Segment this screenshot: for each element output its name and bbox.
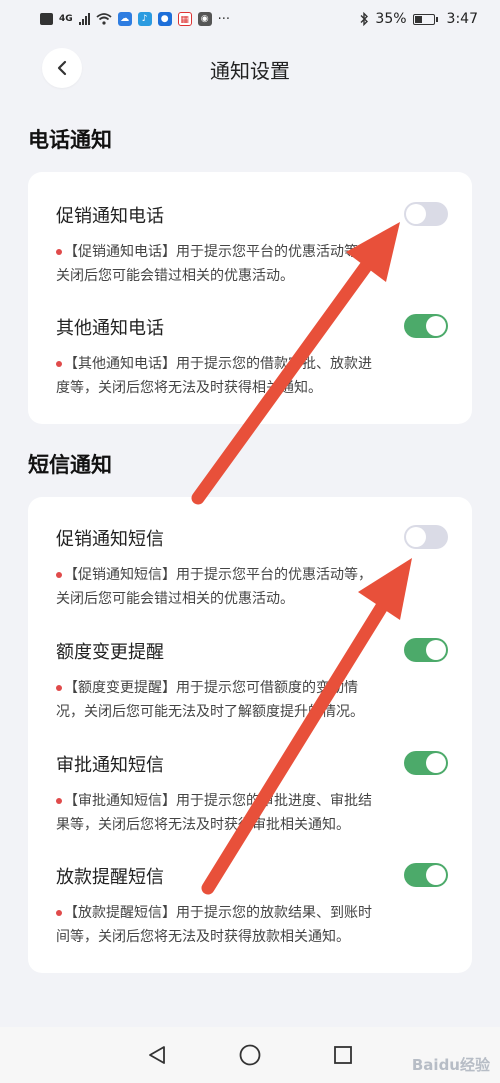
network-type: 4G xyxy=(59,14,73,24)
setting-label: 额度变更提醒 xyxy=(56,642,164,663)
description-line: 果等，关闭后您将无法及时获得审批相关通知。 xyxy=(56,817,350,833)
promo-sms-toggle[interactable] xyxy=(404,525,448,549)
status-left: 4G ☁ ♪ ● ▦ ◉ ··· xyxy=(40,12,230,27)
page-header: 通知设置 xyxy=(0,44,500,94)
nav-home-button[interactable] xyxy=(235,1040,265,1070)
setting-description: 【审批通知短信】用于提示您的审批进度、审批结 果等，关闭后您将无法及时获得审批相… xyxy=(56,789,448,837)
loan-sms-toggle[interactable] xyxy=(404,863,448,887)
setting-label: 其他通知电话 xyxy=(56,318,164,339)
setting-description: 【放款提醒短信】用于提示您的放款结果、到账时 间等，关闭后您将无法及时获得放款相… xyxy=(56,901,448,949)
wifi-icon xyxy=(96,13,112,25)
setting-description: 【其他通知电话】用于提示您的借款审批、放款进 度等，关闭后您将无法及时获得相关通… xyxy=(56,352,448,400)
approval-sms-toggle[interactable] xyxy=(404,751,448,775)
description-line: 【放款提醒短信】用于提示您的放款结果、到账时 xyxy=(64,905,372,921)
section-title-phone: 电话通知 xyxy=(28,128,112,152)
square-recents-icon xyxy=(334,1046,353,1064)
setting-label: 促销通知电话 xyxy=(56,206,164,227)
setting-label: 放款提醒短信 xyxy=(56,867,164,888)
toggle-knob xyxy=(406,204,426,224)
bullet-dot xyxy=(56,685,62,691)
bullet-dot xyxy=(56,361,62,367)
description-line: 【其他通知电话】用于提示您的借款审批、放款进 xyxy=(64,356,372,372)
bullet-dot xyxy=(56,572,62,578)
status-right: 35% 3:47 xyxy=(359,11,478,27)
section-title-sms: 短信通知 xyxy=(28,453,112,477)
sim-icon xyxy=(40,13,53,25)
setting-label: 促销通知短信 xyxy=(56,529,164,550)
description-line: 况，关闭后您可能无法及时了解额度提升的情况。 xyxy=(56,704,364,720)
toggle-knob xyxy=(426,640,446,660)
circle-home-icon xyxy=(239,1044,261,1066)
chevron-left-icon xyxy=(57,60,67,76)
limit-change-toggle[interactable] xyxy=(404,638,448,662)
app-icon: ● xyxy=(157,12,172,26)
bluetooth-icon xyxy=(360,12,369,26)
description-line: 【额度变更提醒】用于提示您可借额度的变动情 xyxy=(64,680,358,696)
setting-approval-sms: 审批通知短信 【审批通知短信】用于提示您的审批进度、审批结 果等，关闭后您将无法… xyxy=(56,751,448,841)
cloud-app-icon: ☁ xyxy=(117,12,132,26)
toggle-knob xyxy=(426,316,446,336)
description-line: 【审批通知短信】用于提示您的审批进度、审批结 xyxy=(64,793,372,809)
notification-settings-screen: 4G ☁ ♪ ● ▦ ◉ ··· 35% 3:47 通知设置 电话通知 促销通知… xyxy=(0,0,500,1083)
battery-icon xyxy=(412,13,438,25)
toggle-knob xyxy=(426,865,446,885)
setting-limit-change: 额度变更提醒 【额度变更提醒】用于提示您可借额度的变动情 况，关闭后您可能无法及… xyxy=(56,638,448,728)
setting-loan-sms: 放款提醒短信 【放款提醒短信】用于提示您的放款结果、到账时 间等，关闭后您将无法… xyxy=(56,863,448,953)
setting-description: 【促销通知电话】用于提示您平台的优惠活动等， 关闭后您可能会错过相关的优惠活动。 xyxy=(56,240,448,288)
battery-percent: 35% xyxy=(375,11,407,27)
nav-recents-button[interactable] xyxy=(328,1040,358,1070)
nav-back-button[interactable] xyxy=(142,1040,172,1070)
clock: 3:47 xyxy=(446,11,478,27)
description-line: 度等，关闭后您将无法及时获得相关通知。 xyxy=(56,380,322,396)
page-title: 通知设置 xyxy=(210,58,290,83)
calendar-app-icon: ▦ xyxy=(177,12,192,26)
setting-label: 审批通知短信 xyxy=(56,755,164,776)
phone-notification-card: 促销通知电话 【促销通知电话】用于提示您平台的优惠活动等， 关闭后您可能会错过相… xyxy=(28,172,472,424)
bullet-dot xyxy=(56,910,62,916)
toggle-knob xyxy=(406,527,426,547)
other-phone-toggle[interactable] xyxy=(404,314,448,338)
signal-icon xyxy=(78,13,90,25)
description-line: 【促销通知电话】用于提示您平台的优惠活动等， xyxy=(64,244,372,260)
gallery-app-icon: ◉ xyxy=(197,12,212,26)
more-indicator: ··· xyxy=(217,11,231,27)
description-line: 关闭后您可能会错过相关的优惠活动。 xyxy=(56,268,294,284)
description-line: 间等，关闭后您将无法及时获得放款相关通知。 xyxy=(56,929,350,945)
promo-phone-toggle[interactable] xyxy=(404,202,448,226)
setting-promo-sms: 促销通知短信 【促销通知短信】用于提示您平台的优惠活动等， 关闭后您可能会错过相… xyxy=(56,525,448,615)
setting-other-phone: 其他通知电话 【其他通知电话】用于提示您的借款审批、放款进 度等，关闭后您将无法… xyxy=(56,314,448,404)
sms-notification-card: 促销通知短信 【促销通知短信】用于提示您平台的优惠活动等， 关闭后您可能会错过相… xyxy=(28,497,472,973)
setting-description: 【促销通知短信】用于提示您平台的优惠活动等， 关闭后您可能会错过相关的优惠活动。 xyxy=(56,563,448,611)
music-app-icon: ♪ xyxy=(137,12,152,26)
toggle-knob xyxy=(426,753,446,773)
triangle-back-icon xyxy=(148,1046,165,1064)
description-line: 关闭后您可能会错过相关的优惠活动。 xyxy=(56,591,294,607)
battery-level xyxy=(414,15,422,23)
description-line: 【促销通知短信】用于提示您平台的优惠活动等， xyxy=(64,567,372,583)
back-button[interactable] xyxy=(42,48,82,88)
bullet-dot xyxy=(56,249,62,255)
bullet-dot xyxy=(56,798,62,804)
setting-promo-phone: 促销通知电话 【促销通知电话】用于提示您平台的优惠活动等， 关闭后您可能会错过相… xyxy=(56,202,448,292)
watermark: Baidu经验 xyxy=(411,1056,490,1074)
status-bar: 4G ☁ ♪ ● ▦ ◉ ··· 35% 3:47 xyxy=(0,0,500,38)
setting-description: 【额度变更提醒】用于提示您可借额度的变动情 况，关闭后您可能无法及时了解额度提升… xyxy=(56,676,448,724)
